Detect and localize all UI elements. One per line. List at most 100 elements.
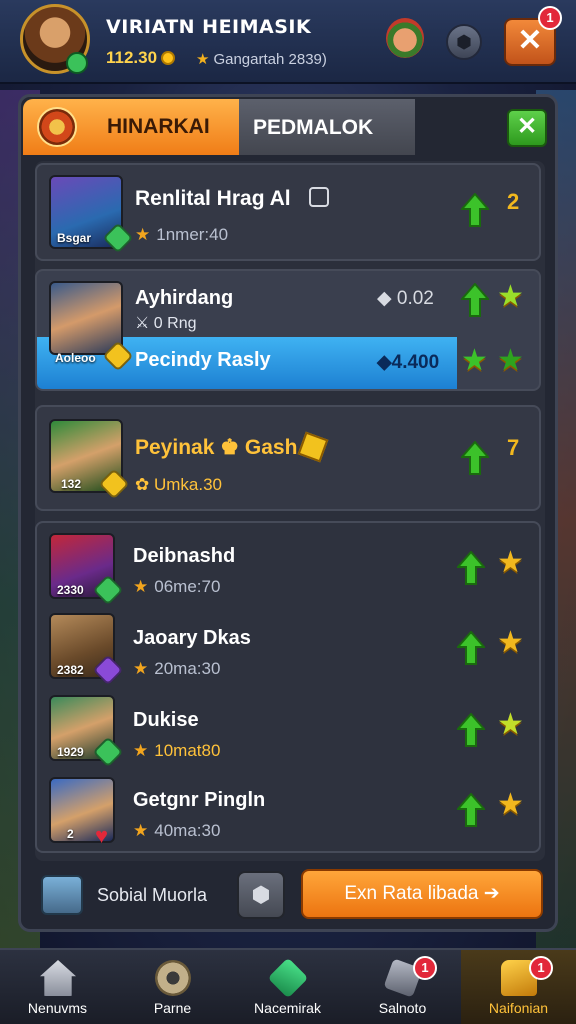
portrait-tag: Aoleoo <box>55 351 96 365</box>
nav-item-salnoto[interactable]: 1 Salnoto <box>345 950 460 1024</box>
tab-hinarkai[interactable]: HINARKAI <box>23 99 239 155</box>
entry-name: Dukise <box>133 709 199 731</box>
house-icon <box>40 960 76 996</box>
nav-label: Parne <box>153 1000 192 1016</box>
portrait-tag: 2382 <box>57 663 84 677</box>
nav-item-nacemirak[interactable]: Nacemirak <box>230 950 345 1024</box>
leaderboard-panel: HINARKAI PEDMALOK ✕ Bsgar Renlital Hrag … <box>18 94 558 932</box>
nav-item-parne[interactable]: Parne <box>115 950 230 1024</box>
entry-name: Deibnashd <box>133 545 236 567</box>
rank-up-arrow-icon <box>457 713 485 747</box>
nav-label: Nacemirak <box>254 1000 321 1016</box>
cta-button[interactable]: Exn Rata libada ➔ <box>301 869 543 919</box>
hero-portrait <box>49 281 123 355</box>
nav-label: Salnoto <box>378 1000 427 1016</box>
entry-name: Ayhirdang <box>135 287 234 309</box>
notification-badge: 1 <box>538 6 562 30</box>
avatar-gem-icon <box>66 52 88 74</box>
portrait-tag: 2330 <box>57 583 84 597</box>
settings-icon[interactable]: ⬢ <box>446 24 482 60</box>
rank-up-arrow-icon <box>461 193 489 227</box>
entry-meta: ★ 1nmer:40 <box>135 225 228 245</box>
entry-name-suffix: Gash <box>244 436 298 459</box>
list-item[interactable]: ♥ 2 Getgnr Pingln ★ 40ma:30 ★ <box>37 769 543 851</box>
portrait-tag: 2 <box>67 827 74 841</box>
tab-label: PEDMALOK <box>253 116 374 139</box>
portrait-tag: 132 <box>61 477 82 491</box>
star-icon: ★ <box>461 344 488 377</box>
entry-meta: ★ 06me:70 <box>133 577 220 597</box>
star-icon: ★ <box>497 280 524 313</box>
crown-icon: ♚ <box>220 436 240 459</box>
entry-name: Jaoary Dkas <box>133 627 251 649</box>
rank-number: 7 <box>507 435 520 460</box>
star-icon: ★ <box>497 626 524 659</box>
list-item[interactable]: Bsgar Renlital Hrag Al ★ 1nmer:40 2 <box>35 163 541 261</box>
portrait-tag: 1929 <box>57 745 84 759</box>
tab-label: HINARKAI <box>107 115 210 138</box>
star-icon: ★ <box>133 741 149 760</box>
cta-label: Exn Rata libada <box>344 883 479 904</box>
list-item[interactable]: 1929 Dukise ★ 10mat80 ★ <box>37 687 543 769</box>
highlight-value-text: 4.400 <box>391 352 440 373</box>
star-icon: ★ <box>497 708 524 741</box>
rank-up-arrow-icon <box>457 793 485 827</box>
panel-close-button[interactable]: ✕ <box>507 109 547 147</box>
star-icon: ★ <box>133 821 149 840</box>
gold-block-icon <box>297 431 329 463</box>
entry-meta-text: 1nmer:40 <box>156 225 229 244</box>
player-status: ★ Gangartah 2839) <box>196 50 327 68</box>
diamond-icon: ◆ <box>377 288 397 309</box>
entry-name: Getgnr Pingln <box>133 789 266 811</box>
entry-meta-text: Umka.30 <box>153 475 222 494</box>
rank-number: 2 <box>507 189 520 214</box>
status-text: Gangartah 2839) <box>213 51 327 68</box>
star-icon: ★ <box>497 546 524 579</box>
entry-group: 2330 Deibnashd ★ 06me:70 ★ 2382 Jaoary Dk… <box>35 521 541 853</box>
list-item[interactable]: 132 Peyinak ♚ Gash ✿ Umka.30 7 <box>35 405 541 511</box>
entry-list: Bsgar Renlital Hrag Al ★ 1nmer:40 2 Pecin… <box>35 161 545 861</box>
player-name: VIRIATN HEIMASIK <box>106 16 312 38</box>
paw-icon: ✿ <box>135 475 154 494</box>
star-icon: ★ <box>133 577 149 596</box>
rank-up-arrow-icon <box>457 551 485 585</box>
rank-up-arrow-icon <box>457 631 485 665</box>
camera-icon <box>309 187 329 207</box>
star-icon: ★ <box>196 51 210 68</box>
nav-label: Naifonian <box>488 1000 549 1016</box>
cube-button[interactable]: ⬢ <box>237 871 285 919</box>
tab-pedmalok[interactable]: PEDMALOK <box>239 99 415 155</box>
nav-label: Nenuvms <box>27 1000 88 1016</box>
entry-meta-text: 40ma:30 <box>154 821 221 840</box>
entry-meta-text: 0 Rng <box>153 315 197 332</box>
highlight-label: Pecindy Rasly <box>135 349 271 371</box>
entry-meta: ★ 10mat80 <box>133 741 220 761</box>
gear-icon <box>155 960 191 996</box>
nav-item-home[interactable]: Nenuvms <box>0 950 115 1024</box>
arrow-right-icon: ➔ <box>483 883 500 904</box>
nav-item-naifonian[interactable]: 1 Naifonian <box>461 950 576 1024</box>
heart-icon: ♥ <box>95 823 109 848</box>
star-icon: ★ <box>133 659 149 678</box>
entry-meta-text: 20ma:30 <box>154 659 221 678</box>
rank-up-arrow-icon <box>461 441 489 475</box>
entry-name: Renlital Hrag Al <box>135 187 291 210</box>
notification-badge: 1 <box>529 956 553 980</box>
entry-meta: ⚔ 0 Rng <box>135 313 197 333</box>
star-icon: ★ <box>497 788 524 821</box>
swords-icon: ⚔ <box>135 315 154 332</box>
list-item[interactable]: 2330 Deibnashd ★ 06me:70 ★ <box>37 523 543 606</box>
coin-balance: 112.30 <box>106 48 176 68</box>
social-hat-icon[interactable] <box>41 875 83 915</box>
gem-icon <box>267 957 309 999</box>
social-label[interactable]: Sobial Muorla <box>97 885 207 906</box>
entry-value-text: 0.02 <box>396 288 434 309</box>
list-item[interactable]: 2382 Jaoary Dkas ★ 20ma:30 ★ <box>37 605 543 687</box>
entry-meta-text: 06me:70 <box>154 577 221 596</box>
entry-name: Peyinak ♚ Gash <box>135 435 297 460</box>
entry-value: ◆ 0.02 <box>377 287 434 310</box>
star-icon: ★ <box>497 344 524 377</box>
notification-badge: 1 <box>413 956 437 980</box>
list-item-selected[interactable]: Pecindy Rasly ◆ 4.400 Aoleoo Ayhirdang ⚔ … <box>35 269 541 391</box>
character-icon[interactable] <box>386 18 424 58</box>
